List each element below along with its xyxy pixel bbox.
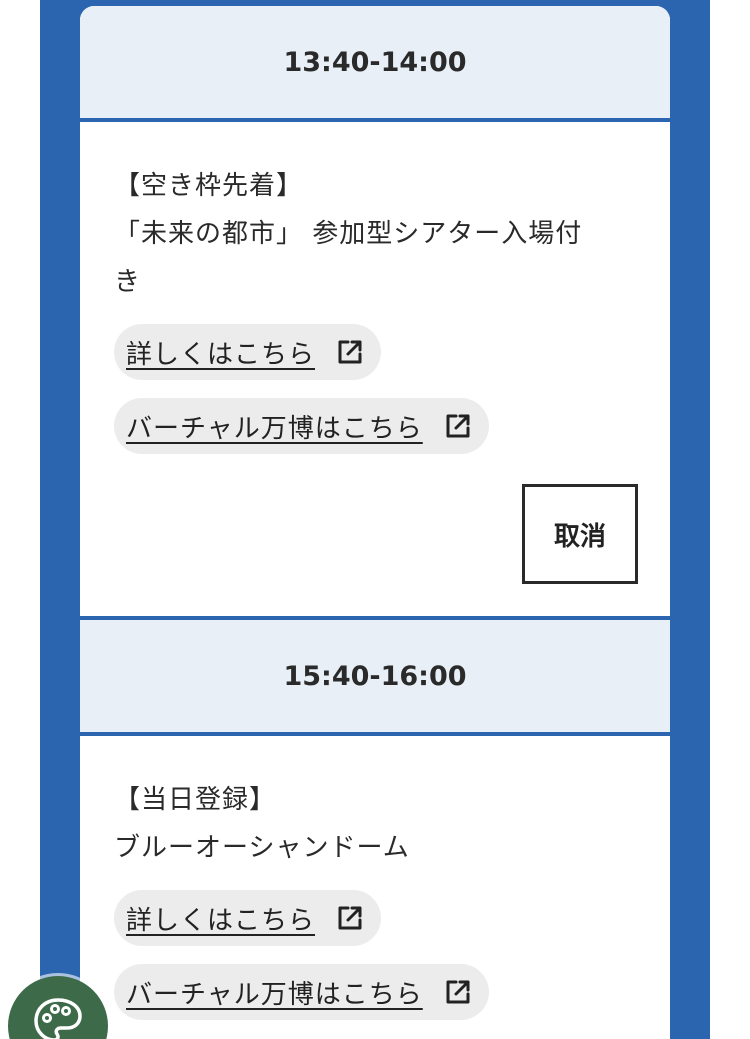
slot-body: 【空き枠先着】 「未来の都市」 参加型シアター入場付 き 詳しくはこちら バーチ… [80, 122, 670, 454]
cancel-wrap: 取消 [522, 484, 638, 584]
slot-tag: 【空き枠先着】 [114, 171, 304, 201]
details-link-label: 詳しくはこちら [126, 905, 316, 936]
details-link[interactable]: 詳しくはこちら [114, 324, 382, 380]
slot-body: 【当日登録】 ブルーオーシャンドーム 詳しくはこちら バーチャル万博はこちら [80, 736, 670, 1020]
slot-links: 詳しくはこちら バーチャル万博はこちら [114, 890, 636, 1020]
external-link-icon [446, 414, 470, 438]
palette-icon [34, 998, 82, 1039]
slot-card-1: 13:40-14:00 【空き枠先着】 「未来の都市」 参加型シアター入場付 き… [80, 6, 670, 616]
virtual-expo-link[interactable]: バーチャル万博はこちら [114, 964, 489, 1020]
slot-title-line-1: 「未来の都市」 参加型シアター入場付 [114, 219, 583, 249]
cancel-button[interactable]: 取消 [522, 484, 638, 584]
virtual-expo-link[interactable]: バーチャル万博はこちら [114, 398, 489, 454]
slot-title-line-1: ブルーオーシャンドーム [114, 833, 410, 863]
slot-time-header: 13:40-14:00 [80, 6, 670, 122]
slot-title-line-2: き [114, 267, 142, 297]
external-link-icon [446, 980, 470, 1004]
details-link[interactable]: 詳しくはこちら [114, 890, 382, 946]
details-link-label: 詳しくはこちら [126, 339, 316, 370]
slot-tag: 【当日登録】 [114, 785, 277, 815]
virtual-expo-link-label: バーチャル万博はこちら [126, 413, 423, 444]
slot-links: 詳しくはこちら バーチャル万博はこちら [114, 324, 636, 454]
slot-time-header: 15:40-16:00 [80, 620, 670, 736]
slot-card-2: 15:40-16:00 【当日登録】 ブルーオーシャンドーム 詳しくはこちら バ… [80, 620, 670, 1039]
external-link-icon [338, 340, 362, 364]
external-link-icon [338, 906, 362, 930]
virtual-expo-link-label: バーチャル万博はこちら [126, 979, 423, 1010]
page: 13:40-14:00 【空き枠先着】 「未来の都市」 参加型シアター入場付 き… [0, 0, 750, 1039]
